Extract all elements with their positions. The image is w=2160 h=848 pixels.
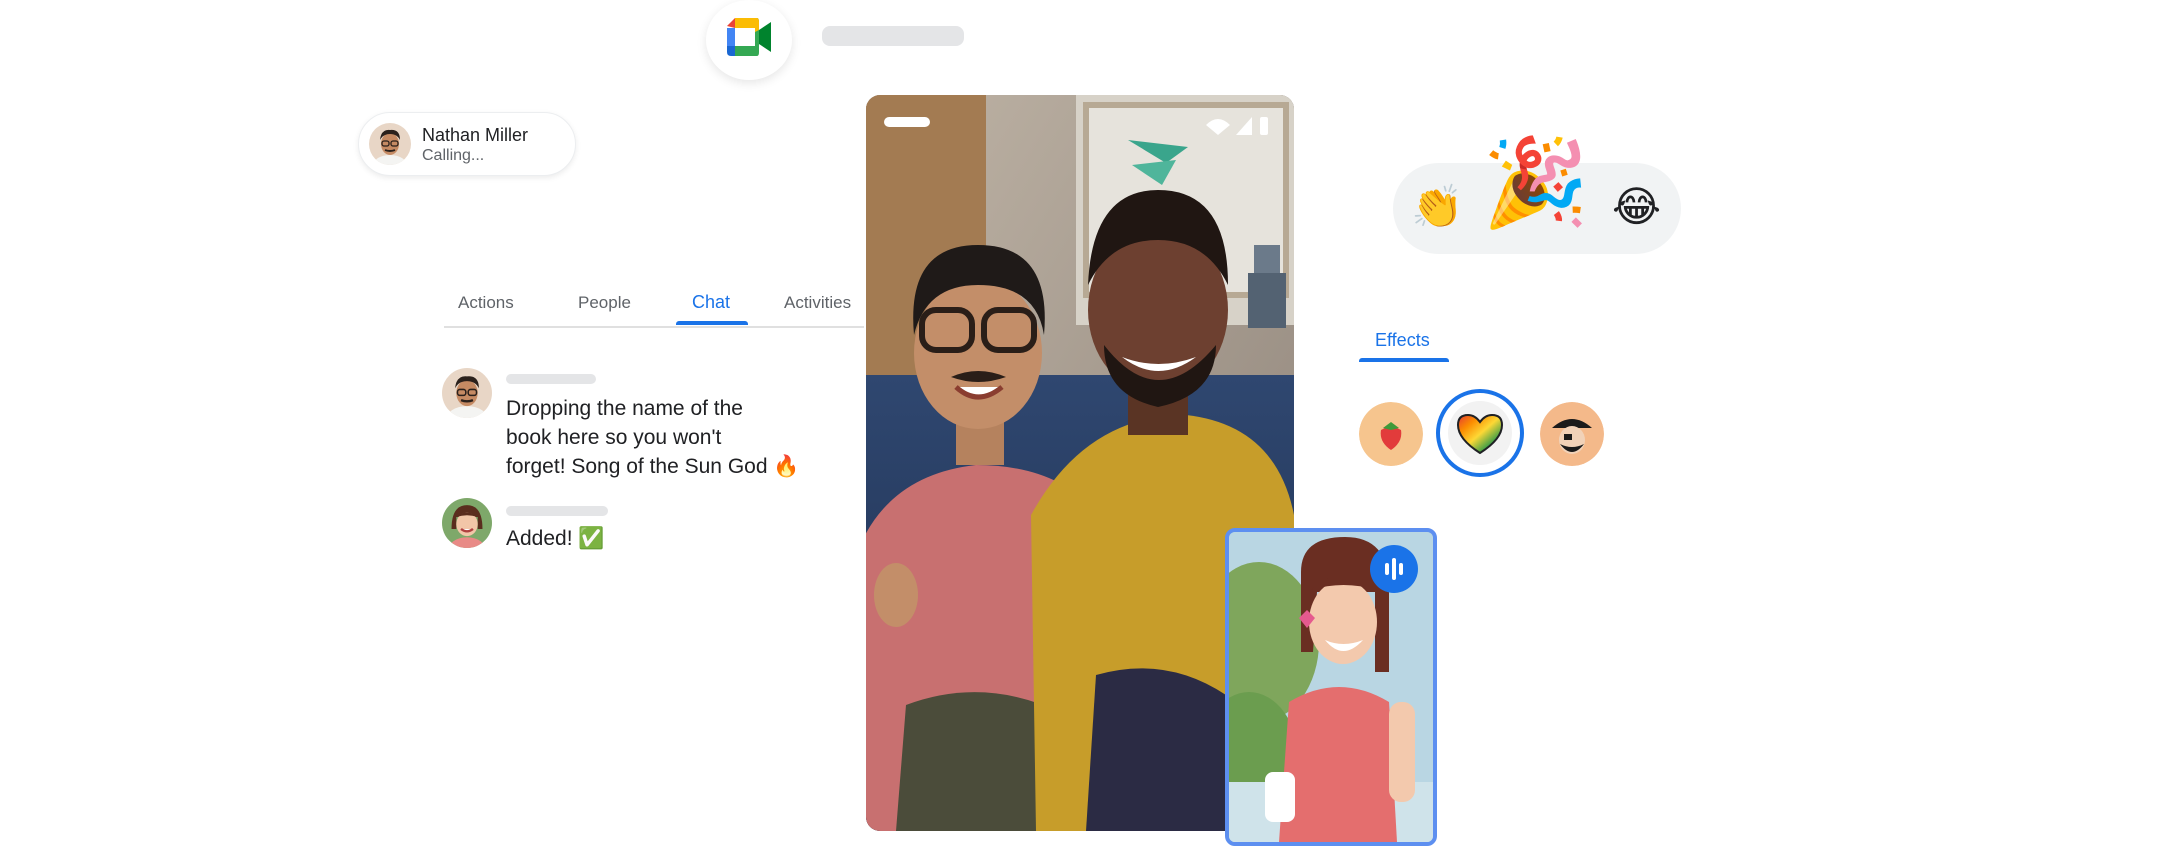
sender-name-placeholder <box>506 374 596 384</box>
heart-effect-selected-ring[interactable] <box>1436 389 1524 477</box>
chat-message-line: book here so you won't <box>506 426 722 449</box>
google-meet-icon <box>706 0 792 80</box>
clapping-hands-icon[interactable]: 👏 <box>1411 186 1463 228</box>
sender-avatar <box>442 498 492 548</box>
tab-effects[interactable]: Effects <box>1375 330 1430 351</box>
party-popper-icon[interactable]: 🎉 <box>1482 140 1589 226</box>
tab-activities[interactable]: Activities <box>784 293 851 313</box>
chat-message-line: forget! Song of the Sun God 🔥 <box>506 455 800 478</box>
tears-of-joy-icon[interactable]: 😂 <box>1612 186 1661 228</box>
tab-actions[interactable]: Actions <box>458 293 514 313</box>
battery-icon <box>1260 117 1268 135</box>
audio-waveform-icon <box>1370 545 1418 593</box>
calling-chip[interactable]: Nathan Miller Calling... <box>358 112 576 176</box>
sender-name-placeholder <box>506 506 608 516</box>
chat-message-line: Dropping the name of the <box>506 397 743 420</box>
tab-chat[interactable]: Chat <box>692 292 730 313</box>
tabs-divider <box>444 326 864 328</box>
pirate-effect-icon[interactable] <box>1540 402 1604 466</box>
side-panel-tabs: Actions People Chat Activities <box>444 285 864 327</box>
chat-message: Added! ✅ <box>442 498 742 558</box>
strawberry-effect-icon[interactable] <box>1359 402 1423 466</box>
tab-people[interactable]: People <box>578 293 631 313</box>
caller-status: Calling... <box>422 147 485 164</box>
chat-message-line: Added! ✅ <box>506 527 605 550</box>
active-tab-indicator <box>676 321 748 325</box>
sender-avatar <box>442 368 492 418</box>
active-tab-indicator <box>1359 358 1449 362</box>
caller-name: Nathan Miller <box>422 125 529 145</box>
caller-avatar <box>369 123 411 165</box>
chat-message: Dropping the name of the book here so yo… <box>442 368 842 483</box>
title-placeholder <box>822 26 964 46</box>
